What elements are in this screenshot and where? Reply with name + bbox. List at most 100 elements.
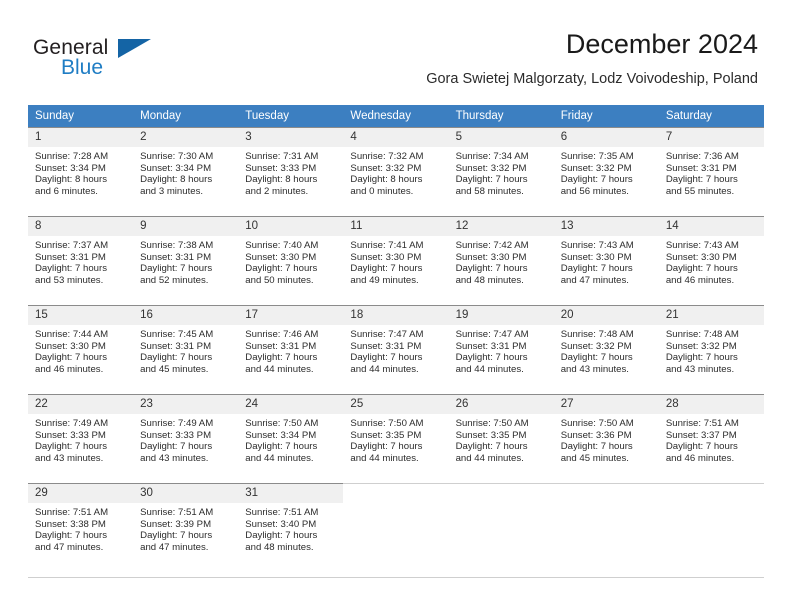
sunset-text: Sunset: 3:30 PM: [35, 340, 106, 352]
day-number: 23: [133, 395, 239, 414]
calendar-cell[interactable]: 4 Sunrise: 7:32 AM Sunset: 3:32 PM Dayli…: [343, 127, 449, 216]
calendar-cell[interactable]: 1 Sunrise: 7:28 AM Sunset: 3:34 PM Dayli…: [28, 127, 134, 216]
calendar-cell[interactable]: 28 Sunrise: 7:51 AM Sunset: 3:37 PM Dayl…: [658, 394, 764, 483]
daylight-text-line1: Daylight: 7 hours: [455, 441, 528, 453]
calendar-cell[interactable]: 12 Sunrise: 7:42 AM Sunset: 3:30 PM Dayl…: [448, 216, 554, 305]
sunrise-text: Sunrise: 7:50 AM: [455, 418, 529, 429]
calendar-cell[interactable]: 18 Sunrise: 7:47 AM Sunset: 3:31 PM Dayl…: [343, 305, 449, 394]
sunrise-text: Sunrise: 7:41 AM: [350, 240, 424, 251]
brand-logo[interactable]: General Blue: [33, 36, 233, 84]
day-details: Sunrise: 7:36 AM Sunset: 3:31 PM Dayligh…: [659, 147, 764, 197]
sunrise-text: Sunrise: 7:49 AM: [35, 418, 109, 429]
calendar-cell: [658, 483, 764, 572]
weekday-header-sunday: Sunday: [28, 105, 134, 127]
calendar-cell[interactable]: 22 Sunrise: 7:49 AM Sunset: 3:33 PM Dayl…: [28, 394, 134, 483]
daylight-text-line2: and 44 minutes.: [455, 452, 524, 464]
day-details: Sunrise: 7:31 AM Sunset: 3:33 PM Dayligh…: [238, 147, 343, 197]
calendar-cell[interactable]: 19 Sunrise: 7:47 AM Sunset: 3:31 PM Dayl…: [448, 305, 554, 394]
daylight-text-line2: and 47 minutes.: [35, 541, 104, 553]
calendar-week-row: 8 Sunrise: 7:37 AM Sunset: 3:31 PM Dayli…: [28, 216, 764, 305]
sunrise-text: Sunrise: 7:47 AM: [350, 329, 424, 340]
calendar-cell[interactable]: 15 Sunrise: 7:44 AM Sunset: 3:30 PM Dayl…: [28, 305, 134, 394]
daylight-text-line1: Daylight: 7 hours: [245, 352, 318, 364]
daylight-text-line2: and 6 minutes.: [35, 185, 98, 197]
daylight-text-line1: Daylight: 7 hours: [140, 263, 213, 275]
day-number: 29: [28, 484, 134, 503]
calendar-cell[interactable]: 26 Sunrise: 7:50 AM Sunset: 3:35 PM Dayl…: [448, 394, 554, 483]
calendar-cell[interactable]: 3 Sunrise: 7:31 AM Sunset: 3:33 PM Dayli…: [238, 127, 344, 216]
daylight-text-line2: and 3 minutes.: [140, 185, 204, 197]
triangle-logo-icon: [118, 39, 151, 58]
sunset-text: Sunset: 3:32 PM: [560, 162, 632, 174]
calendar-cell[interactable]: 17 Sunrise: 7:46 AM Sunset: 3:31 PM Dayl…: [238, 305, 344, 394]
calendar-cell[interactable]: 16 Sunrise: 7:45 AM Sunset: 3:31 PM Dayl…: [133, 305, 239, 394]
calendar-cell[interactable]: 11 Sunrise: 7:41 AM Sunset: 3:30 PM Dayl…: [343, 216, 449, 305]
sunrise-text: Sunrise: 7:36 AM: [665, 151, 739, 162]
calendar-cell[interactable]: 8 Sunrise: 7:37 AM Sunset: 3:31 PM Dayli…: [28, 216, 134, 305]
calendar-cell[interactable]: 13 Sunrise: 7:43 AM Sunset: 3:30 PM Dayl…: [553, 216, 659, 305]
calendar-cell[interactable]: 14 Sunrise: 7:43 AM Sunset: 3:30 PM Dayl…: [658, 216, 764, 305]
sunset-text: Sunset: 3:33 PM: [35, 429, 106, 441]
daylight-text-line1: Daylight: 7 hours: [245, 530, 318, 542]
daylight-text-line2: and 43 minutes.: [560, 363, 629, 375]
daylight-text-line2: and 55 minutes.: [665, 185, 735, 197]
calendar-cell[interactable]: 31 Sunrise: 7:51 AM Sunset: 3:40 PM Dayl…: [238, 483, 344, 572]
daylight-text-line2: and 50 minutes.: [245, 274, 314, 286]
daylight-text-line1: Daylight: 7 hours: [35, 441, 107, 453]
daylight-text-line1: Daylight: 7 hours: [665, 174, 738, 186]
calendar-cell[interactable]: 9 Sunrise: 7:38 AM Sunset: 3:31 PM Dayli…: [133, 216, 239, 305]
sunset-text: Sunset: 3:31 PM: [140, 251, 212, 263]
sunset-text: Sunset: 3:33 PM: [245, 162, 317, 174]
day-number: 11: [343, 217, 449, 236]
calendar-cell[interactable]: 25 Sunrise: 7:50 AM Sunset: 3:35 PM Dayl…: [343, 394, 449, 483]
calendar-cell[interactable]: 10 Sunrise: 7:40 AM Sunset: 3:30 PM Dayl…: [238, 216, 344, 305]
daylight-text-line2: and 44 minutes.: [245, 452, 314, 464]
sunrise-text: Sunrise: 7:28 AM: [35, 151, 109, 162]
daylight-text-line1: Daylight: 8 hours: [350, 174, 423, 186]
sunrise-text: Sunrise: 7:50 AM: [350, 418, 424, 429]
sunrise-text: Sunrise: 7:45 AM: [140, 329, 214, 340]
sunset-text: Sunset: 3:30 PM: [455, 251, 527, 263]
daylight-text-line1: Daylight: 7 hours: [455, 174, 528, 186]
sunrise-text: Sunrise: 7:31 AM: [245, 151, 319, 162]
sunset-text: Sunset: 3:39 PM: [140, 518, 212, 530]
calendar-cell: [343, 483, 449, 572]
day-number: 15: [28, 306, 134, 325]
calendar-cell[interactable]: 27 Sunrise: 7:50 AM Sunset: 3:36 PM Dayl…: [553, 394, 659, 483]
day-number: 21: [658, 306, 764, 325]
daylight-text-line2: and 43 minutes.: [140, 452, 209, 464]
daylight-text-line2: and 45 minutes.: [140, 363, 209, 375]
calendar-cell[interactable]: 20 Sunrise: 7:48 AM Sunset: 3:32 PM Dayl…: [553, 305, 659, 394]
sunrise-text: Sunrise: 7:49 AM: [140, 418, 214, 429]
calendar-cell[interactable]: 21 Sunrise: 7:48 AM Sunset: 3:32 PM Dayl…: [658, 305, 764, 394]
sunset-text: Sunset: 3:31 PM: [140, 340, 212, 352]
day-number: 18: [343, 306, 449, 325]
calendar-week-row: 29 Sunrise: 7:51 AM Sunset: 3:38 PM Dayl…: [28, 483, 764, 572]
daylight-text-line2: and 56 minutes.: [560, 185, 629, 197]
day-details: Sunrise: 7:34 AM Sunset: 3:32 PM Dayligh…: [449, 147, 554, 197]
daylight-text-line1: Daylight: 7 hours: [350, 441, 423, 453]
calendar-week-row: 22 Sunrise: 7:49 AM Sunset: 3:33 PM Dayl…: [28, 394, 764, 483]
sunrise-text: Sunrise: 7:37 AM: [35, 240, 109, 251]
sunset-text: Sunset: 3:34 PM: [245, 429, 317, 441]
day-number: 16: [133, 306, 239, 325]
calendar-cell[interactable]: 30 Sunrise: 7:51 AM Sunset: 3:39 PM Dayl…: [133, 483, 239, 572]
daylight-text-line2: and 44 minutes.: [455, 363, 524, 375]
calendar-cell[interactable]: 7 Sunrise: 7:36 AM Sunset: 3:31 PM Dayli…: [658, 127, 764, 216]
calendar-cell[interactable]: 24 Sunrise: 7:50 AM Sunset: 3:34 PM Dayl…: [238, 394, 344, 483]
daylight-text-line1: Daylight: 7 hours: [140, 352, 213, 364]
daylight-text-line1: Daylight: 7 hours: [455, 263, 528, 275]
calendar-cell[interactable]: 23 Sunrise: 7:49 AM Sunset: 3:33 PM Dayl…: [133, 394, 239, 483]
daylight-text-line1: Daylight: 7 hours: [665, 441, 738, 453]
calendar-cell[interactable]: 6 Sunrise: 7:35 AM Sunset: 3:32 PM Dayli…: [553, 127, 659, 216]
calendar-cell[interactable]: 29 Sunrise: 7:51 AM Sunset: 3:38 PM Dayl…: [28, 483, 134, 572]
calendar-cell[interactable]: 5 Sunrise: 7:34 AM Sunset: 3:32 PM Dayli…: [448, 127, 554, 216]
sunset-text: Sunset: 3:30 PM: [350, 251, 422, 263]
day-number: 24: [238, 395, 344, 414]
daylight-text-line2: and 43 minutes.: [665, 363, 735, 375]
daylight-text-line1: Daylight: 7 hours: [245, 441, 318, 453]
calendar-cell: [553, 483, 659, 572]
sunset-text: Sunset: 3:30 PM: [665, 251, 737, 263]
calendar-cell[interactable]: 2 Sunrise: 7:30 AM Sunset: 3:34 PM Dayli…: [133, 127, 239, 216]
day-number: 4: [343, 128, 449, 147]
